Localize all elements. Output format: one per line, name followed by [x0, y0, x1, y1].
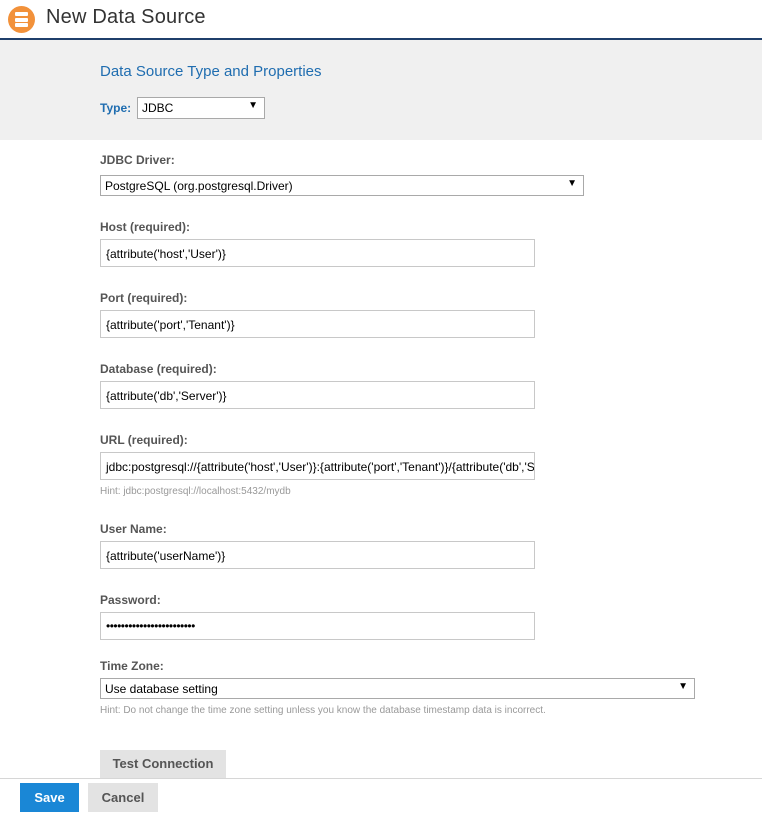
- username-input[interactable]: {attribute('userName')}: [100, 541, 535, 569]
- port-input[interactable]: {attribute('port','Tenant')}: [100, 310, 535, 338]
- timezone-select-value: Use database setting: [105, 682, 218, 696]
- cancel-button[interactable]: Cancel: [88, 783, 158, 812]
- section-title: Data Source Type and Properties: [100, 63, 322, 80]
- username-input-value: {attribute('userName')}: [106, 549, 226, 563]
- type-select[interactable]: JDBC ▼: [137, 97, 265, 119]
- dialog-footer: Save Cancel: [0, 778, 762, 814]
- username-label: User Name:: [100, 522, 167, 536]
- dropdown-arrow-icon: ▼: [567, 178, 577, 189]
- dropdown-arrow-icon: ▼: [248, 100, 258, 111]
- url-input-value: jdbc:postgresql://{attribute('host','Use…: [106, 460, 535, 474]
- host-label: Host (required):: [100, 220, 190, 234]
- host-input-value: {attribute('host','User')}: [106, 247, 226, 261]
- driver-select-value: PostgreSQL (org.postgresql.Driver): [105, 179, 293, 193]
- dialog-header: New Data Source: [0, 0, 762, 40]
- database-icon: [8, 6, 35, 33]
- port-label: Port (required):: [100, 291, 188, 305]
- password-input[interactable]: ••••••••••••••••••••••••: [100, 612, 535, 640]
- timezone-select[interactable]: Use database setting ▼: [100, 678, 695, 699]
- timezone-hint: Hint: Do not change the time zone settin…: [100, 705, 546, 716]
- type-select-value: JDBC: [142, 101, 174, 115]
- dialog-title: New Data Source: [46, 6, 206, 28]
- dropdown-arrow-icon: ▼: [678, 681, 688, 692]
- url-hint: Hint: jdbc:postgresql://localhost:5432/m…: [100, 486, 291, 497]
- save-button[interactable]: Save: [20, 783, 79, 812]
- timezone-label: Time Zone:: [100, 659, 164, 673]
- password-input-value: ••••••••••••••••••••••••: [106, 619, 195, 633]
- database-input[interactable]: {attribute('db','Server')}: [100, 381, 535, 409]
- host-input[interactable]: {attribute('host','User')}: [100, 239, 535, 267]
- driver-select[interactable]: PostgreSQL (org.postgresql.Driver) ▼: [100, 175, 584, 196]
- driver-label: JDBC Driver:: [100, 153, 175, 167]
- type-panel: Data Source Type and Properties Type: JD…: [0, 40, 762, 140]
- url-label: URL (required):: [100, 433, 188, 447]
- port-input-value: {attribute('port','Tenant')}: [106, 318, 235, 332]
- test-connection-button[interactable]: Test Connection: [100, 750, 226, 778]
- password-label: Password:: [100, 593, 161, 607]
- database-label: Database (required):: [100, 362, 217, 376]
- database-input-value: {attribute('db','Server')}: [106, 389, 227, 403]
- url-input[interactable]: jdbc:postgresql://{attribute('host','Use…: [100, 452, 535, 480]
- type-label: Type:: [100, 101, 132, 115]
